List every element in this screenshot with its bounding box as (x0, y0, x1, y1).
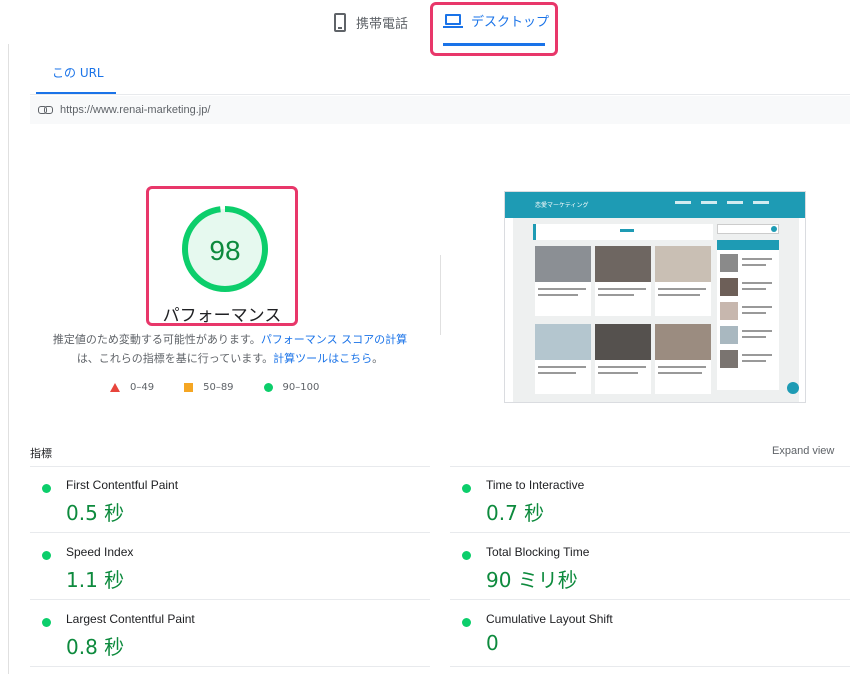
panel-border (8, 44, 9, 674)
metric-largest-contentful-paint: Largest Contentful Paint 0.8 秒 (30, 601, 430, 667)
metrics-title: 指標 (30, 447, 52, 460)
expand-view-button[interactable]: Expand view (772, 445, 834, 457)
pass-indicator-icon (462, 618, 471, 627)
square-icon (184, 383, 194, 392)
link-icon (38, 106, 53, 114)
legend-item-average: 50–89 (184, 382, 234, 393)
metric-name: Time to Interactive (486, 478, 585, 492)
metric-total-blocking-time: Total Blocking Time 90 ミリ秒 (450, 534, 850, 600)
metric-speed-index: Speed Index 1.1 秒 (30, 534, 430, 600)
performance-score-card: 98 パフォーマンス (146, 186, 298, 326)
tab-this-url[interactable]: この URL (52, 64, 104, 81)
score-legend: 0–49 50–89 90–100 (110, 382, 319, 393)
tab-desktop-label: デスクトップ (471, 15, 550, 30)
metric-time-to-interactive: Time to Interactive 0.7 秒 (450, 467, 850, 533)
metric-name: First Contentful Paint (66, 478, 179, 492)
page-screenshot-thumbnail: 恋愛マーケティング (504, 191, 806, 403)
phone-icon (334, 12, 346, 32)
active-tab-indicator (443, 43, 545, 46)
metric-value: 0.8 秒 (66, 635, 125, 659)
metric-cumulative-layout-shift: Cumulative Layout Shift 0 (450, 601, 850, 667)
metric-name: Speed Index (66, 545, 134, 559)
thumbnail-site-title: 恋愛マーケティング (535, 202, 589, 209)
legend-range: 90–100 (282, 382, 320, 393)
circle-icon (263, 383, 273, 392)
legend-range: 50–89 (203, 382, 234, 393)
metric-value: 1.1 秒 (66, 568, 125, 592)
legend-item-pass: 90–100 (263, 382, 320, 393)
metric-name: Total Blocking Time (486, 545, 590, 559)
divider (30, 94, 850, 95)
legend-item-fail: 0–49 (110, 382, 154, 393)
tab-mobile[interactable]: 携帯電話 (334, 8, 408, 36)
url-bar: https://www.renai-marketing.jp/ (30, 96, 850, 124)
score-value: 98 (209, 235, 240, 266)
explain-text-1: 推定値のため変動する可能性があります。 (52, 333, 261, 346)
triangle-icon (110, 383, 120, 392)
divider (440, 255, 441, 335)
metric-first-contentful-paint: First Contentful Paint 0.5 秒 (30, 467, 430, 533)
explain-text-3: 。 (372, 352, 384, 365)
score-calc-link[interactable]: パフォーマンス スコアの計算 (261, 333, 407, 346)
url-text: https://www.renai-marketing.jp/ (60, 104, 211, 116)
metric-value: 0 (486, 631, 499, 655)
metric-value: 0.7 秒 (486, 501, 545, 525)
tab-mobile-label: 携帯電話 (356, 16, 409, 32)
explain-text-2: は、これらの指標を基に行っています。 (76, 352, 274, 365)
calculator-link[interactable]: 計算ツールはこちら (273, 352, 372, 365)
metric-name: Largest Contentful Paint (66, 612, 195, 626)
score-explanation: 推定値のため変動する可能性があります。パフォーマンス スコアの計算 は、これらの… (30, 330, 430, 368)
pass-indicator-icon (42, 618, 51, 627)
pass-indicator-icon (462, 551, 471, 560)
metric-name: Cumulative Layout Shift (486, 612, 613, 626)
legend-range: 0–49 (130, 382, 155, 393)
score-gauge: 98 (182, 206, 268, 292)
score-label: パフォーマンス (162, 306, 282, 326)
metric-value: 0.5 秒 (66, 501, 125, 525)
device-tabs: 携帯電話 デスクトップ (0, 0, 868, 56)
pass-indicator-icon (42, 551, 51, 560)
metric-value: 90 ミリ秒 (486, 568, 578, 592)
laptop-icon (443, 13, 463, 29)
tab-desktop[interactable]: デスクトップ (430, 2, 558, 56)
pass-indicator-icon (42, 484, 51, 493)
pass-indicator-icon (462, 484, 471, 493)
